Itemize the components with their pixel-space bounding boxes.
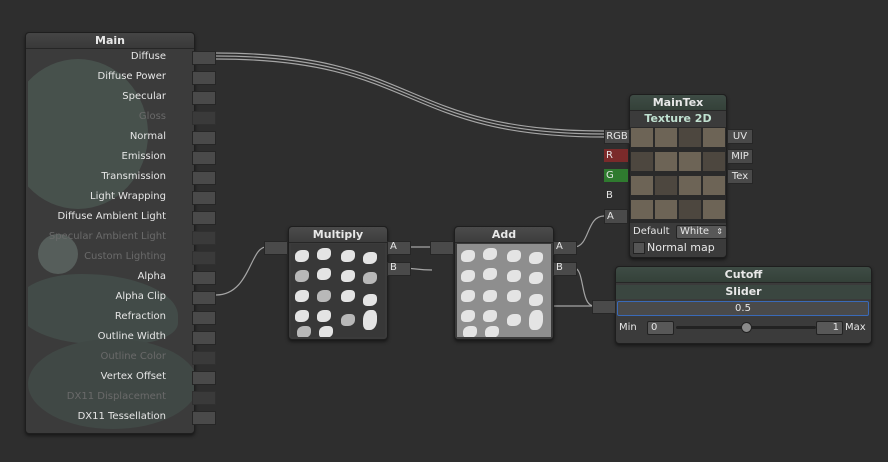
wire-maintex-rgb-to-diffuse bbox=[215, 52, 605, 132]
multiply-preview bbox=[291, 244, 385, 337]
main-input-port[interactable] bbox=[192, 131, 216, 145]
maintex-default-dropdown[interactable]: White ⇕ bbox=[676, 225, 727, 239]
main-input-label: Alpha Clip bbox=[115, 291, 167, 302]
maintex-type-label: Texture 2D bbox=[644, 112, 712, 125]
wire-add-to-cutoff bbox=[573, 267, 595, 307]
maintex-default-label: Default bbox=[633, 226, 670, 237]
main-input-port[interactable] bbox=[192, 211, 216, 225]
normal-map-label: Normal map bbox=[647, 241, 715, 254]
cutoff-max-field[interactable]: 1 bbox=[816, 321, 843, 335]
cutoff-slider-thumb[interactable] bbox=[741, 322, 752, 333]
maintex-node[interactable]: MainTex Texture 2D Default White ⇕ Norma… bbox=[629, 94, 727, 258]
main-input-label: Diffuse Ambient Light bbox=[57, 211, 166, 222]
main-input-port[interactable] bbox=[192, 191, 216, 205]
main-node-title: Main bbox=[26, 33, 194, 49]
main-input-port[interactable] bbox=[192, 411, 216, 425]
cutoff-min-field[interactable]: 0 bbox=[647, 321, 674, 335]
main-input-port[interactable] bbox=[192, 231, 216, 245]
maintex-channel-b[interactable]: B bbox=[604, 189, 628, 202]
cutoff-name: Cutoff bbox=[616, 267, 871, 283]
main-input-port[interactable] bbox=[192, 151, 216, 165]
wire-maintex-a-to-add bbox=[573, 215, 605, 248]
main-input-port[interactable] bbox=[192, 311, 216, 325]
maintex-channel-rgb[interactable]: RGB bbox=[604, 129, 630, 144]
multiply-node-title: Multiply bbox=[289, 227, 387, 243]
main-input-label: Gloss bbox=[138, 111, 166, 122]
main-input-label: Alpha bbox=[137, 271, 166, 282]
main-input-label: Custom Lighting bbox=[84, 251, 166, 262]
cutoff-type-label: Slider bbox=[616, 285, 871, 299]
main-input-label: Diffuse Power bbox=[97, 71, 166, 82]
main-input-port[interactable] bbox=[192, 171, 216, 185]
main-input-label: DX11 Tessellation bbox=[77, 411, 166, 422]
multiply-node[interactable]: Multiply bbox=[288, 226, 388, 340]
dropdown-arrow-icon: ⇕ bbox=[716, 227, 723, 236]
add-output-a-label: A bbox=[556, 241, 563, 252]
multiply-output-a-label: A bbox=[390, 241, 397, 252]
main-input-label: Diffuse bbox=[130, 51, 166, 62]
add-node-title: Add bbox=[455, 227, 553, 243]
normal-map-checkbox[interactable] bbox=[633, 242, 645, 254]
maintex-input-uv[interactable]: UV bbox=[727, 129, 753, 144]
maintex-name: MainTex bbox=[630, 95, 726, 111]
add-output-b-label: B bbox=[556, 262, 563, 273]
multiply-input-port[interactable] bbox=[264, 241, 288, 255]
maintex-channel-a[interactable]: A bbox=[604, 209, 628, 224]
main-input-port[interactable] bbox=[192, 271, 216, 285]
main-input-label: DX11 Displacement bbox=[66, 391, 166, 402]
main-input-label: Specular Ambient Light bbox=[48, 231, 166, 242]
maintex-channel-g[interactable]: G bbox=[604, 169, 628, 182]
cutoff-value-field[interactable]: 0.5 bbox=[617, 301, 869, 316]
main-node[interactable]: Main Diffuse Diffuse Power Specular Gloss No… bbox=[25, 32, 216, 434]
main-input-label: Light Wrapping bbox=[90, 191, 166, 202]
cutoff-output-port[interactable] bbox=[592, 300, 616, 314]
main-input-port[interactable] bbox=[192, 371, 216, 385]
main-input-port[interactable] bbox=[192, 51, 216, 65]
main-input-label: Vertex Offset bbox=[100, 371, 166, 382]
multiply-output-b-label: B bbox=[390, 262, 397, 273]
main-input-port[interactable] bbox=[192, 391, 216, 405]
main-input-port[interactable] bbox=[192, 331, 216, 345]
add-input-port[interactable] bbox=[430, 241, 454, 255]
main-input-port[interactable] bbox=[192, 71, 216, 85]
maintex-preview bbox=[630, 127, 726, 223]
main-input-label: Outline Color bbox=[100, 351, 166, 362]
maintex-input-tex[interactable]: Tex bbox=[727, 169, 753, 184]
main-input-label: Emission bbox=[121, 151, 167, 162]
main-input-label: Transmission bbox=[101, 171, 166, 182]
main-input-port[interactable] bbox=[192, 291, 216, 305]
maintex-input-mip[interactable]: MIP bbox=[727, 149, 753, 164]
main-input-port[interactable] bbox=[192, 91, 216, 105]
cutoff-node[interactable]: Cutoff Slider 0.5 Min 0 1 Max bbox=[615, 266, 872, 344]
maintex-default-value: White bbox=[680, 226, 710, 237]
main-input-port[interactable] bbox=[192, 351, 216, 365]
main-input-label: Specular bbox=[122, 91, 166, 102]
main-input-label: Normal bbox=[129, 131, 166, 142]
main-input-label: Refraction bbox=[114, 311, 166, 322]
main-input-port[interactable] bbox=[192, 251, 216, 265]
main-input-label: Outline Width bbox=[97, 331, 166, 342]
cutoff-max-label: Max bbox=[845, 322, 866, 333]
cutoff-min-label: Min bbox=[619, 322, 637, 333]
main-input-port[interactable] bbox=[192, 111, 216, 125]
wire-multiply-to-alpha-clip bbox=[215, 246, 267, 296]
maintex-channel-r[interactable]: R bbox=[604, 149, 628, 162]
add-node[interactable]: Add bbox=[454, 226, 554, 340]
add-preview bbox=[457, 244, 551, 337]
